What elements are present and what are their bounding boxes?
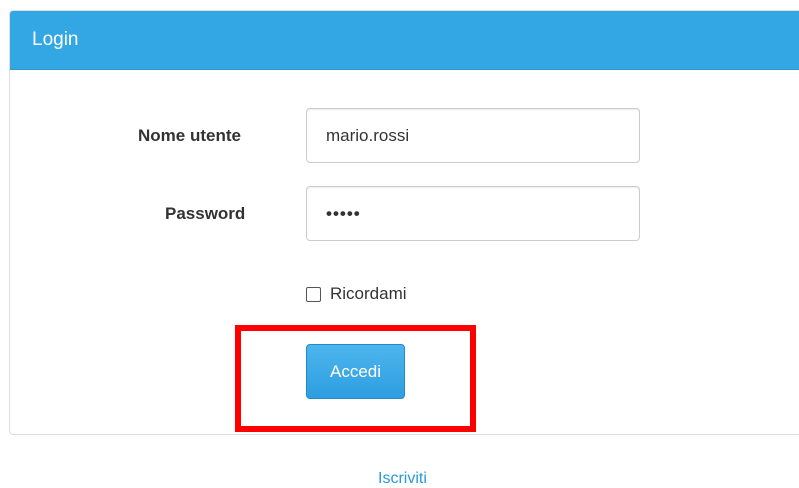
checkbox-icon[interactable] <box>306 286 321 302</box>
username-input[interactable] <box>306 108 640 163</box>
remember-me-label: Ricordami <box>330 284 407 303</box>
panel-title: Login <box>32 29 79 50</box>
login-button[interactable]: Accedi <box>306 344 405 399</box>
username-label: Nome utente <box>138 126 241 145</box>
password-input[interactable] <box>306 186 640 241</box>
remember-me-checkbox[interactable]: Ricordami <box>306 283 407 305</box>
password-label: Password <box>165 204 246 223</box>
register-link[interactable]: Iscriviti <box>378 470 427 488</box>
panel-header: Login <box>10 11 799 70</box>
